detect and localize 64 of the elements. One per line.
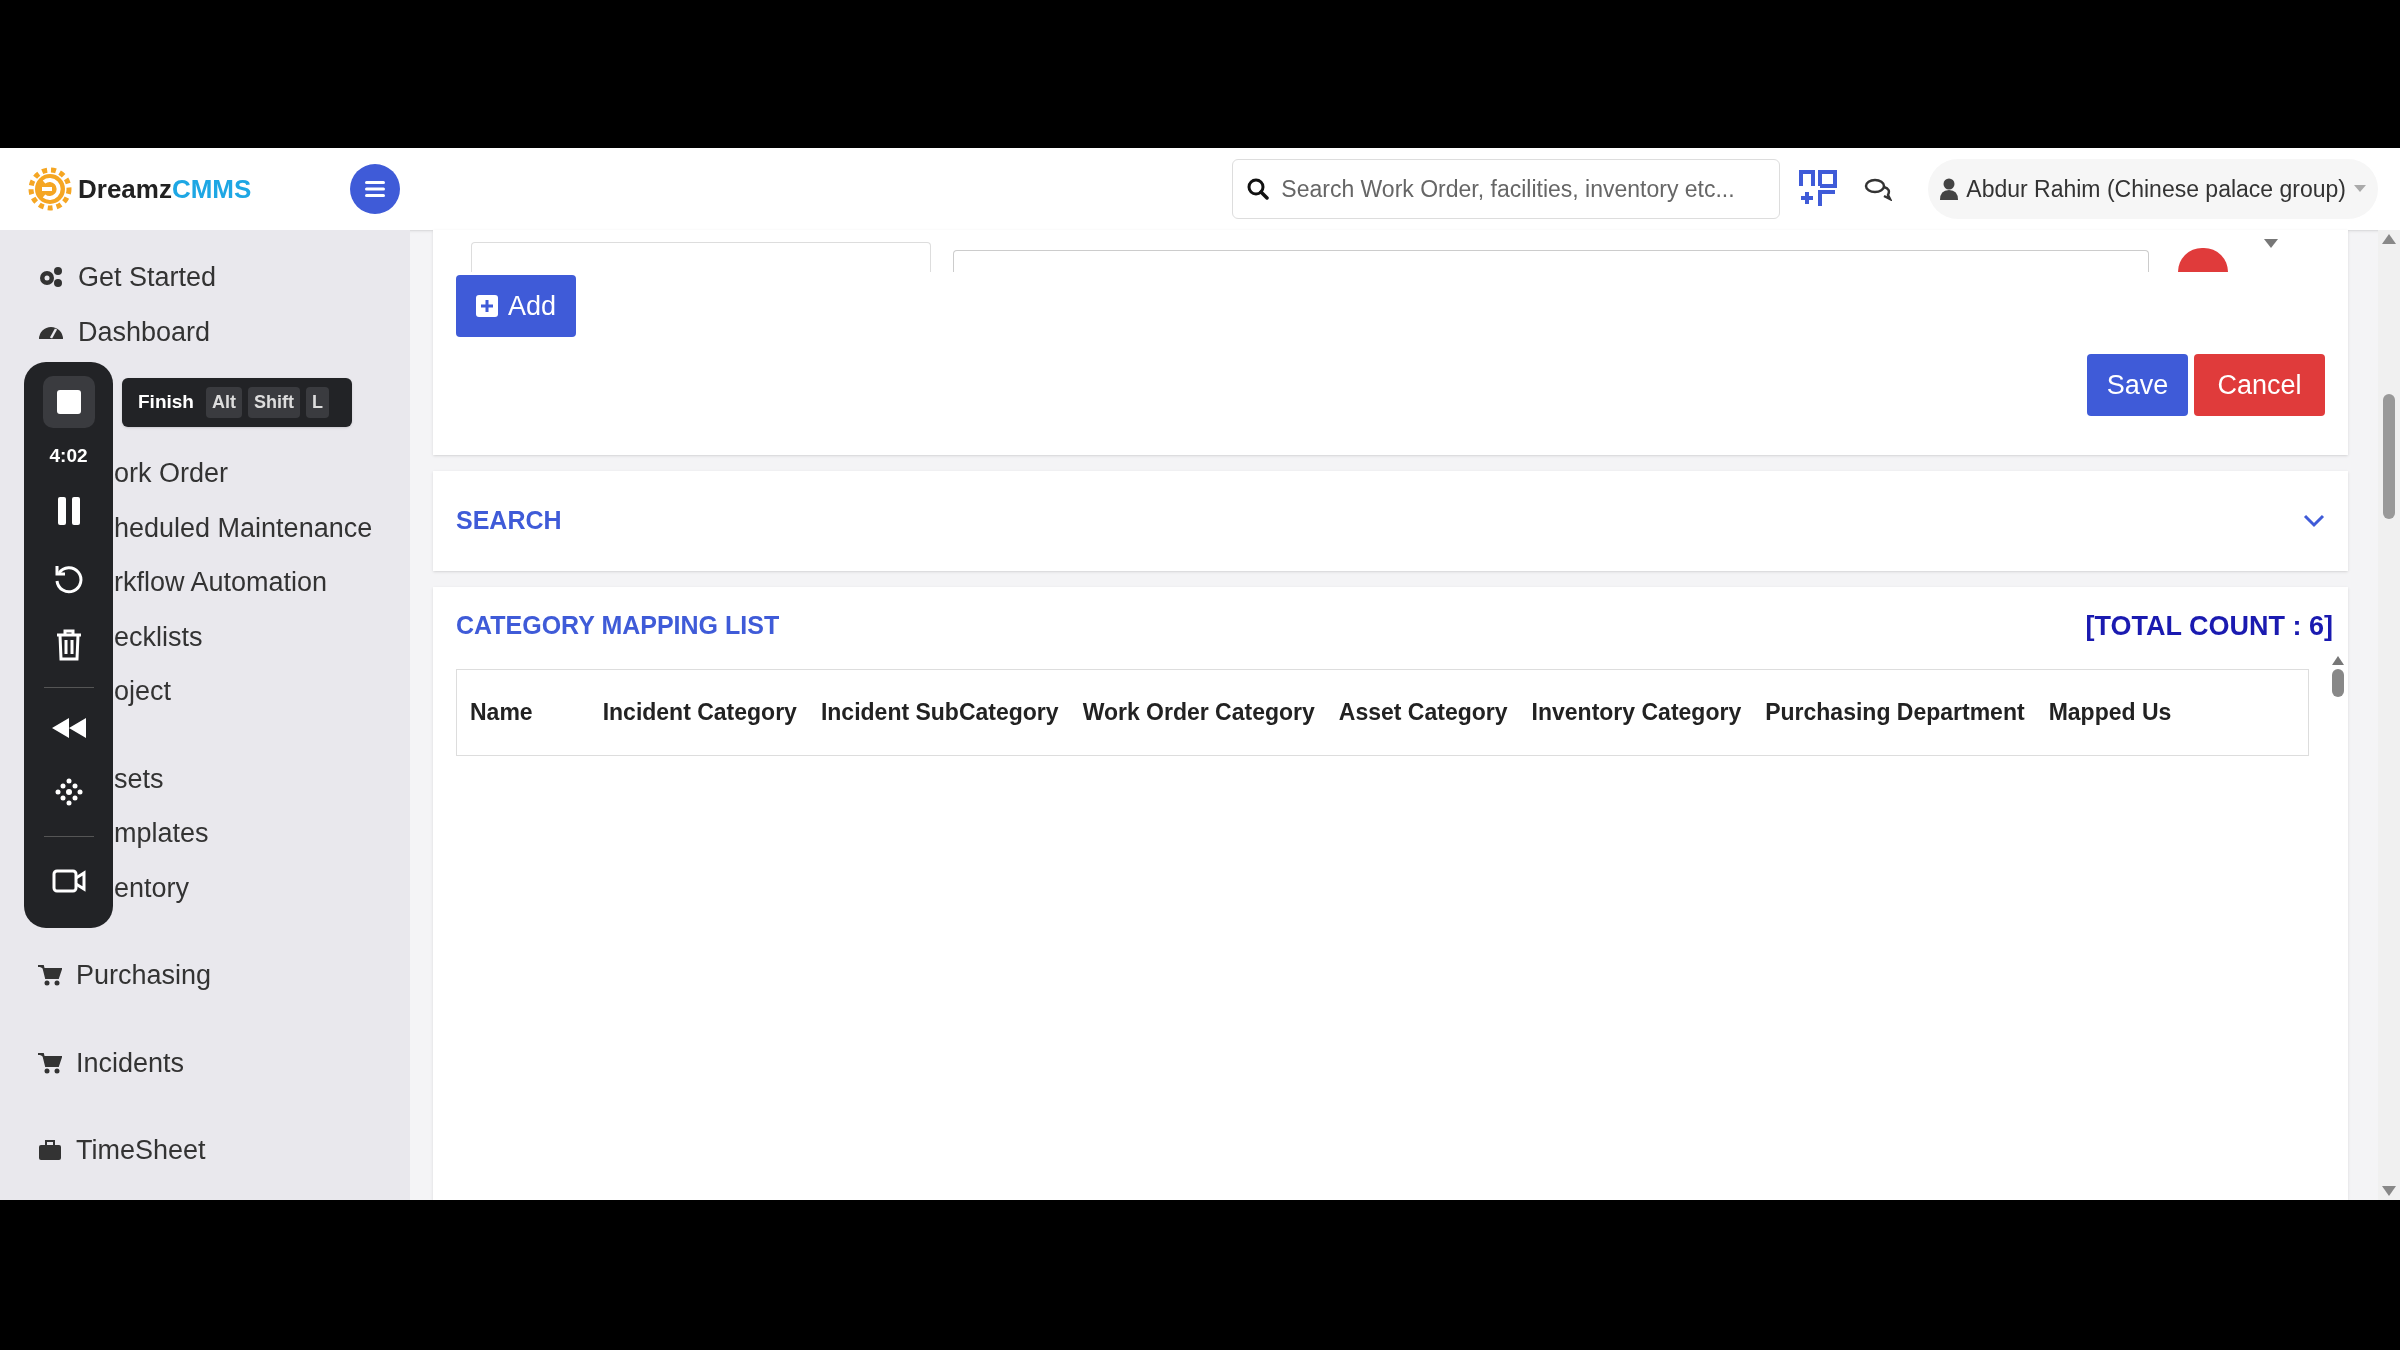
sidebar-item[interactable]: oject bbox=[114, 664, 410, 718]
scrollbar-thumb[interactable] bbox=[2383, 394, 2395, 519]
video-camera-icon[interactable] bbox=[51, 868, 86, 893]
search-field[interactable]: Search Work Order, facilities, inventory etc... bbox=[1232, 159, 1781, 219]
sidebar-item[interactable]: TimeSheet bbox=[38, 1123, 410, 1177]
scroll-down-icon[interactable] bbox=[2382, 1186, 2396, 1196]
scroll-up-icon[interactable] bbox=[2382, 234, 2396, 244]
column-header[interactable]: Name bbox=[470, 695, 533, 730]
column-header[interactable]: Incident SubCategory bbox=[820, 695, 1059, 730]
sidebar-item[interactable]: rkflow Automation bbox=[114, 555, 410, 609]
sidebar-item[interactable]: Purchasing bbox=[38, 948, 410, 1002]
tooltip-label: Finish bbox=[138, 390, 194, 415]
cancel-button[interactable]: Cancel bbox=[2194, 354, 2325, 416]
layout-icon[interactable] bbox=[1798, 169, 1839, 209]
sidebar-item[interactable]: Get Started bbox=[38, 250, 410, 304]
trash-icon[interactable] bbox=[55, 628, 82, 661]
caret-icon bbox=[2354, 185, 2366, 193]
key-label: Shift bbox=[247, 387, 300, 418]
search-icon bbox=[1247, 178, 1270, 200]
column-header[interactable]: Mapped Us bbox=[2048, 695, 2172, 730]
scroll-up-icon[interactable] bbox=[2332, 656, 2344, 665]
rewind-icon[interactable] bbox=[51, 717, 86, 738]
sidebar-item[interactable]: Incidents bbox=[38, 1036, 410, 1090]
column-header[interactable]: Incident Category bbox=[602, 695, 797, 730]
sidebar-item[interactable]: Dashboard bbox=[38, 305, 410, 359]
remove-button[interactable] bbox=[2178, 248, 2228, 272]
column-header[interactable]: Asset Category bbox=[1338, 695, 1508, 730]
cart-icon bbox=[38, 1052, 62, 1074]
briefcase-icon bbox=[38, 1139, 62, 1161]
list-title: CATEGORY MAPPING LIST bbox=[456, 610, 780, 642]
sidebar-item[interactable]: mplates bbox=[114, 806, 410, 860]
dots-grid-icon[interactable] bbox=[54, 777, 83, 806]
sidebar-item[interactable]: ecklists bbox=[114, 610, 410, 664]
user-menu[interactable]: Abdur Rahim (Chinese palace group) bbox=[1928, 159, 2378, 219]
column-header[interactable]: Purchasing Department bbox=[1765, 695, 2025, 730]
key-label: L bbox=[305, 387, 329, 418]
stop-icon bbox=[55, 389, 82, 415]
gears-icon bbox=[38, 266, 64, 288]
sidebar-item[interactable]: ork Order bbox=[114, 446, 410, 500]
sidebar-item[interactable]: heduled Maintenance bbox=[114, 501, 410, 555]
key-label: Alt bbox=[205, 387, 242, 418]
recording-time: 4:02 bbox=[49, 444, 88, 468]
add-button[interactable]: Add bbox=[456, 275, 577, 337]
search-panel[interactable]: SEARCH bbox=[433, 471, 2348, 571]
column-header[interactable]: Work Order Category bbox=[1082, 695, 1315, 730]
column-header[interactable]: Inventory Category bbox=[1531, 695, 1742, 730]
menu-button[interactable] bbox=[350, 164, 400, 214]
chat-icon[interactable] bbox=[1864, 177, 1893, 201]
search-input[interactable]: Search Work Order, facilities, inventory etc... bbox=[1281, 171, 1766, 207]
menu-icon bbox=[365, 181, 385, 197]
plus-icon bbox=[476, 295, 498, 317]
brand-name[interactable]: DreamzCMMS bbox=[78, 169, 252, 209]
user-icon bbox=[1940, 178, 1959, 200]
logo-icon bbox=[28, 167, 72, 211]
dropdown-icon[interactable] bbox=[2264, 239, 2278, 249]
finish-button[interactable] bbox=[42, 376, 95, 428]
scrollbar-thumb[interactable] bbox=[2332, 669, 2344, 697]
pause-icon[interactable] bbox=[56, 496, 81, 525]
total-count: [TOTAL COUNT : 6] bbox=[2085, 609, 2333, 643]
cart-icon bbox=[38, 964, 62, 986]
sidebar-item[interactable]: sets bbox=[114, 752, 410, 806]
save-button[interactable]: Save bbox=[2087, 354, 2188, 416]
sidebar-item[interactable]: entory bbox=[114, 861, 410, 915]
panel-title: SEARCH bbox=[456, 505, 562, 537]
